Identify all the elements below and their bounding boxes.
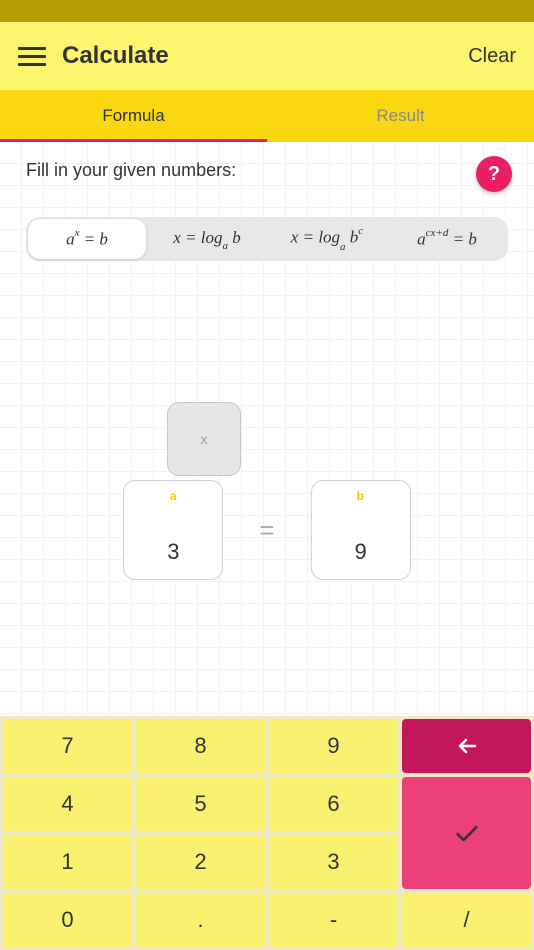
formula-option-3[interactable]: acx+d = b bbox=[388, 219, 506, 259]
tab-bar: Formula Result bbox=[0, 90, 534, 142]
key-0[interactable]: 0 bbox=[3, 893, 132, 947]
key-1[interactable]: 1 bbox=[3, 835, 132, 889]
formula-option-2[interactable]: x = loga bc bbox=[268, 219, 386, 259]
variable-x-label: x bbox=[201, 431, 208, 447]
arrow-left-icon bbox=[455, 734, 479, 758]
menu-icon[interactable] bbox=[18, 42, 46, 70]
formula-option-0[interactable]: ax = b bbox=[28, 219, 146, 259]
header: Calculate Clear bbox=[0, 22, 534, 90]
variable-x-box[interactable]: x bbox=[167, 402, 241, 476]
key-3[interactable]: 3 bbox=[269, 835, 398, 889]
formula-picker: ax = b x = loga b x = loga bc acx+d = b bbox=[26, 217, 508, 261]
help-button[interactable]: ? bbox=[476, 156, 512, 192]
key-dot[interactable]: . bbox=[136, 893, 265, 947]
key-6[interactable]: 6 bbox=[269, 777, 398, 831]
key-divide[interactable]: / bbox=[402, 893, 531, 947]
clear-button[interactable]: Clear bbox=[468, 45, 516, 68]
variable-a-box[interactable]: a 3 bbox=[123, 480, 223, 580]
equation-area: x a 3 = b 9 bbox=[0, 480, 534, 580]
key-minus[interactable]: - bbox=[269, 893, 398, 947]
key-2[interactable]: 2 bbox=[136, 835, 265, 889]
formula-option-1[interactable]: x = loga b bbox=[148, 219, 266, 259]
equals-sign: = bbox=[259, 515, 274, 546]
key-backspace[interactable] bbox=[402, 719, 531, 773]
status-bar bbox=[0, 0, 534, 22]
key-confirm[interactable] bbox=[402, 777, 531, 889]
variable-a-label: a bbox=[134, 489, 212, 503]
key-4[interactable]: 4 bbox=[3, 777, 132, 831]
variable-b-label: b bbox=[322, 489, 400, 503]
page-title: Calculate bbox=[62, 42, 468, 70]
keypad: 7 8 9 4 5 6 1 2 3 0 . - / bbox=[0, 716, 534, 950]
tab-result[interactable]: Result bbox=[267, 90, 534, 142]
canvas: Fill in your given numbers: ? ax = b x =… bbox=[0, 142, 534, 716]
instruction-text: Fill in your given numbers: bbox=[26, 160, 508, 181]
key-5[interactable]: 5 bbox=[136, 777, 265, 831]
variable-b-value: 9 bbox=[322, 503, 400, 571]
key-7[interactable]: 7 bbox=[3, 719, 132, 773]
key-8[interactable]: 8 bbox=[136, 719, 265, 773]
check-icon bbox=[453, 819, 481, 847]
tab-formula[interactable]: Formula bbox=[0, 90, 267, 142]
key-9[interactable]: 9 bbox=[269, 719, 398, 773]
variable-a-value: 3 bbox=[134, 503, 212, 571]
variable-b-box[interactable]: b 9 bbox=[311, 480, 411, 580]
